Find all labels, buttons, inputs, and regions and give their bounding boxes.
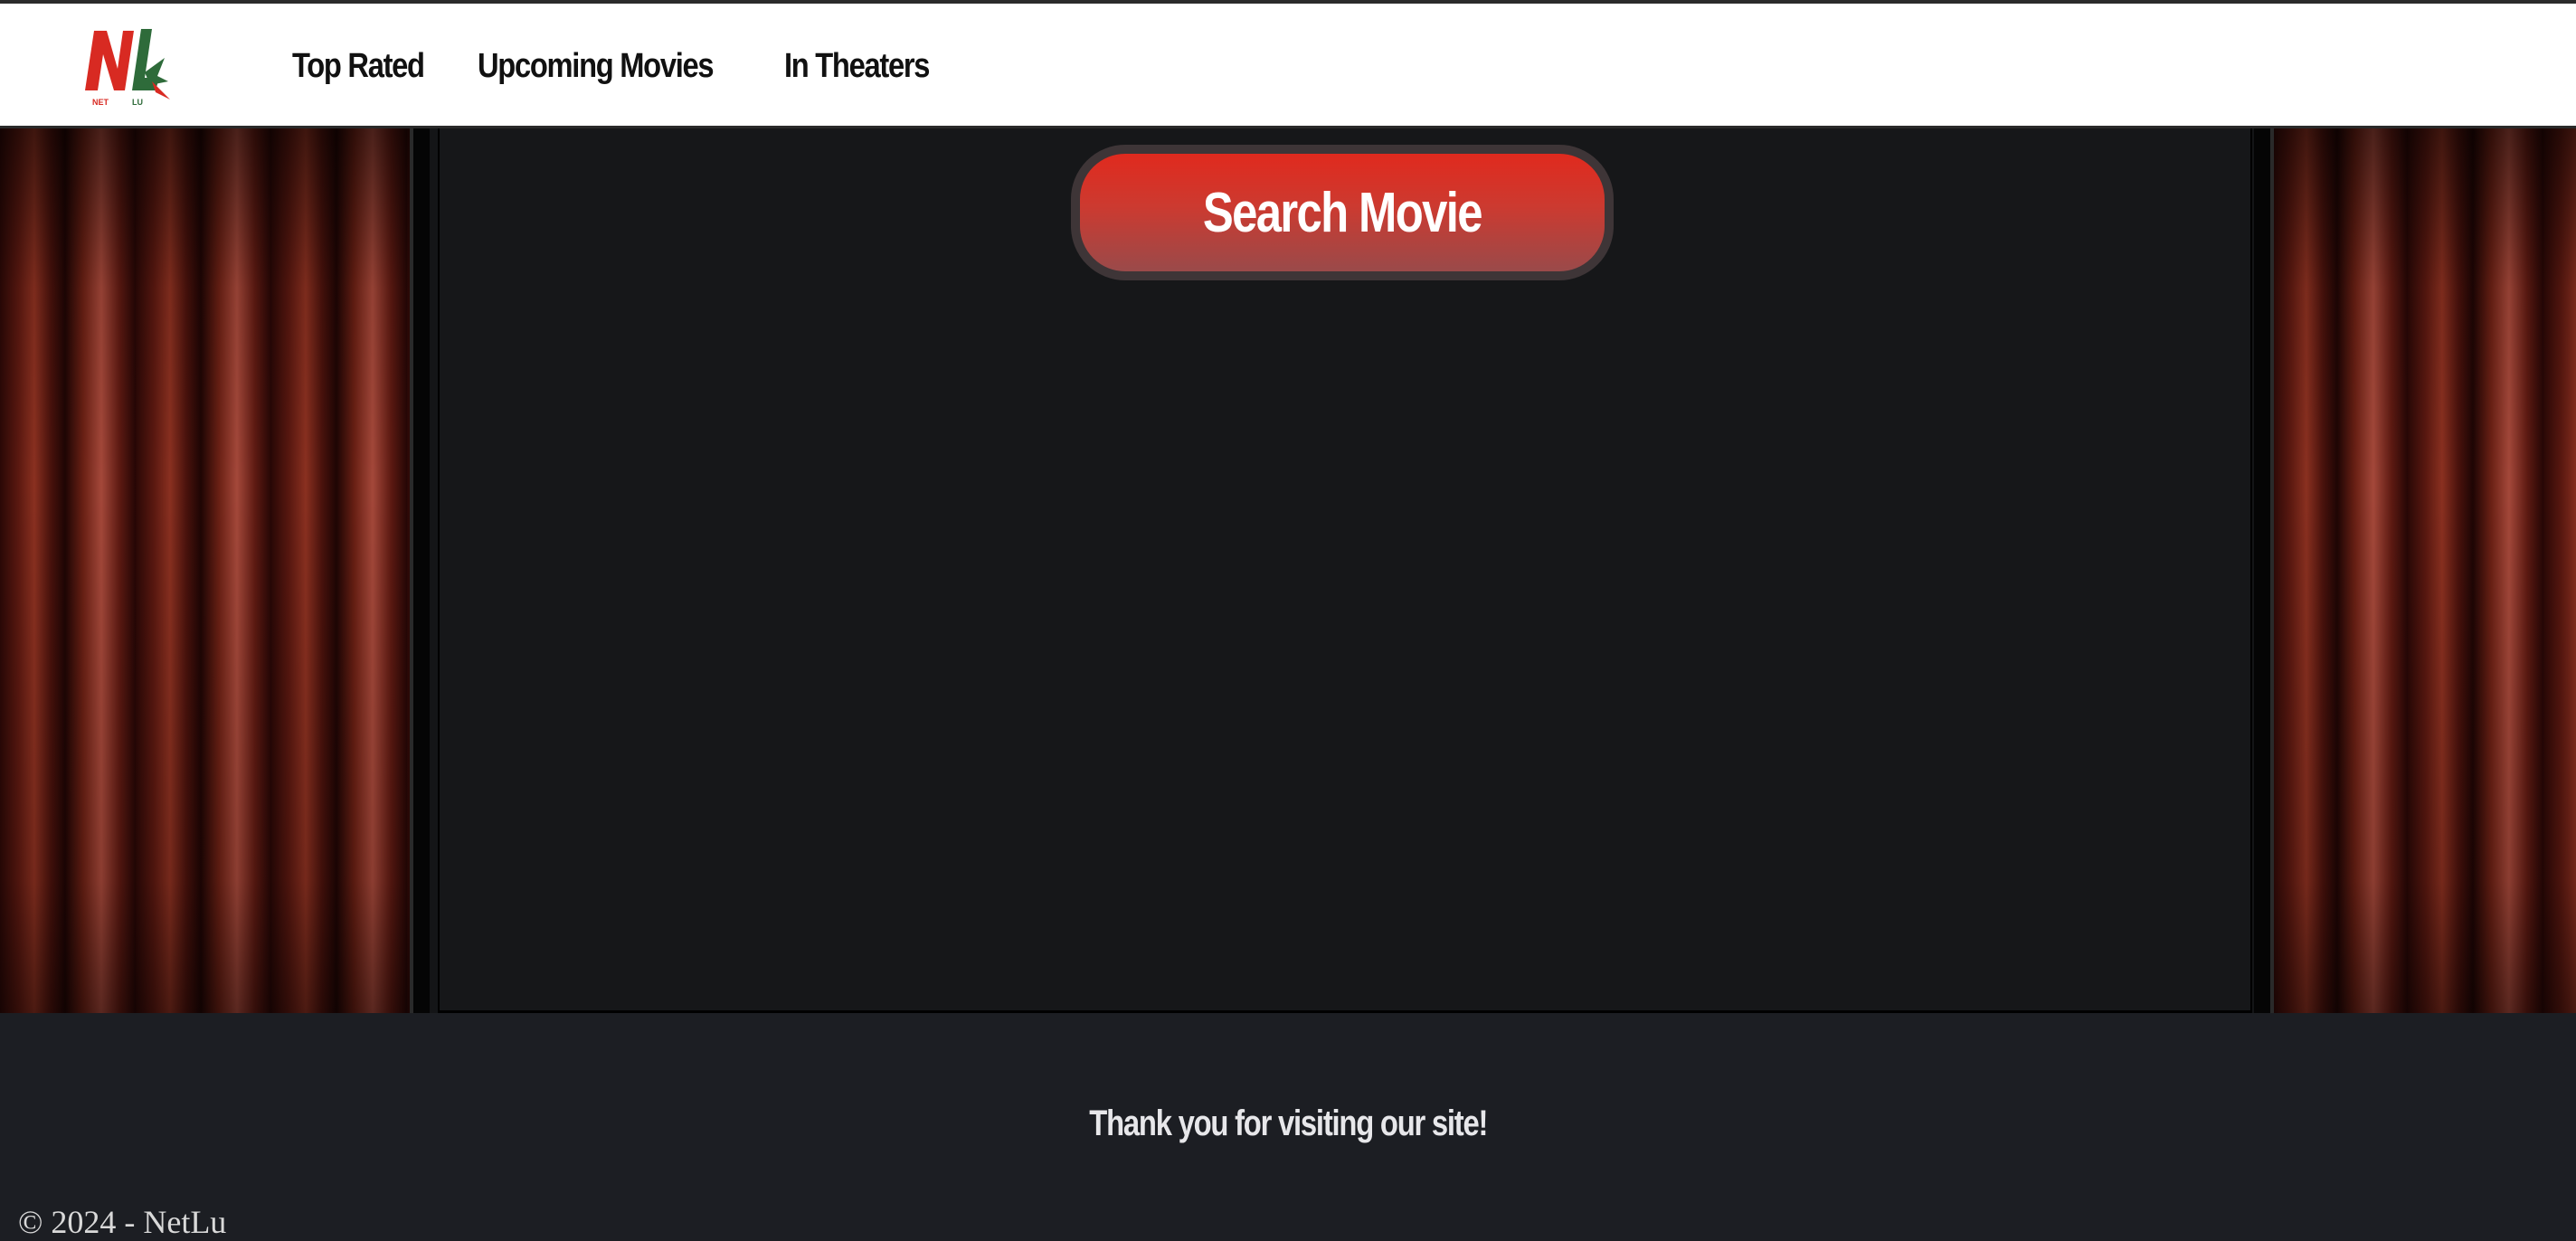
nav-upcoming-movies[interactable]: Upcoming Movies — [478, 47, 715, 86]
site-footer: Thank you for visiting our site! © 2024 … — [0, 1013, 2576, 1241]
footer-thanks-text: Thank you for visiting our site! — [1089, 1104, 1488, 1143]
footer-thanks: Thank you for visiting our site! — [0, 1104, 2576, 1144]
netlu-logo[interactable]: NET LU — [80, 22, 170, 109]
site-header: NET LU Top Rated Upcoming Movies In Thea… — [0, 4, 2576, 128]
search-movie-button[interactable]: Search Movie — [1071, 145, 1614, 280]
left-curtain — [0, 128, 430, 1013]
search-movie-label: Search Movie — [1202, 181, 1483, 244]
nav-top-rated[interactable]: Top Rated — [292, 47, 425, 86]
nav-in-theaters[interactable]: In Theaters — [784, 47, 930, 86]
main-nav: Top Rated Upcoming Movies In Theaters — [292, 4, 942, 128]
logo-text-lu: LU — [132, 98, 143, 107]
right-curtain — [2254, 128, 2576, 1013]
logo-text-net: NET — [92, 98, 109, 107]
copyright: © 2024 - NetLu — [18, 1204, 227, 1240]
